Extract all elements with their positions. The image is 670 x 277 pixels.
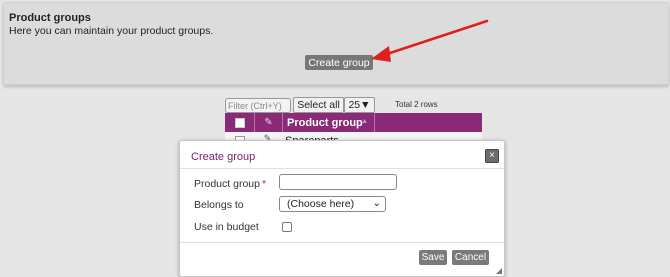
create-group-button[interactable]: Create group <box>305 55 373 70</box>
create-group-dialog: Create group × Product group * Belongs to… <box>179 140 505 277</box>
total-rows-count: Total 2 rows <box>395 100 438 109</box>
page-header: Product groups Here you can maintain you… <box>3 2 669 85</box>
select-all-rows-cell <box>225 113 255 132</box>
use-in-budget-checkbox[interactable] <box>282 222 292 232</box>
product-group-input[interactable] <box>279 174 397 190</box>
dialog-title: Create group <box>191 151 256 163</box>
column-header-product-group[interactable]: Product group ▲ <box>283 113 375 132</box>
page-title: Product groups <box>9 12 91 24</box>
select-all-button[interactable]: Select all <box>293 97 344 113</box>
product-group-label-text: Product group <box>194 178 260 190</box>
dialog-divider <box>180 168 504 169</box>
column-header-label: Product group <box>287 116 363 129</box>
belongs-to-select[interactable]: (Choose here) ⌄ <box>279 196 386 212</box>
required-marker: * <box>261 178 267 190</box>
chevron-down-icon: ⌄ <box>372 198 381 209</box>
dialog-footer-divider <box>180 242 504 243</box>
resize-grip-icon[interactable] <box>496 268 502 274</box>
page-description: Here you can maintain your product group… <box>9 25 214 37</box>
sort-asc-icon: ▲ <box>361 118 368 125</box>
edit-column-header: ✎ <box>255 113 283 132</box>
close-icon[interactable]: × <box>485 149 499 163</box>
pencil-icon: ✎ <box>264 117 273 128</box>
save-button[interactable]: Save <box>419 250 447 265</box>
cancel-button[interactable]: Cancel <box>452 250 489 265</box>
product-group-label: Product group * <box>194 178 266 190</box>
select-all-checkbox[interactable] <box>235 118 245 128</box>
table-header: ✎ Product group ▲ <box>225 113 482 132</box>
belongs-to-value: (Choose here) <box>287 198 355 210</box>
rows-per-page-select[interactable]: 25▼ <box>344 97 375 113</box>
belongs-to-label: Belongs to <box>194 199 244 211</box>
filter-input[interactable] <box>225 98 291 113</box>
use-in-budget-label: Use in budget <box>194 221 259 233</box>
